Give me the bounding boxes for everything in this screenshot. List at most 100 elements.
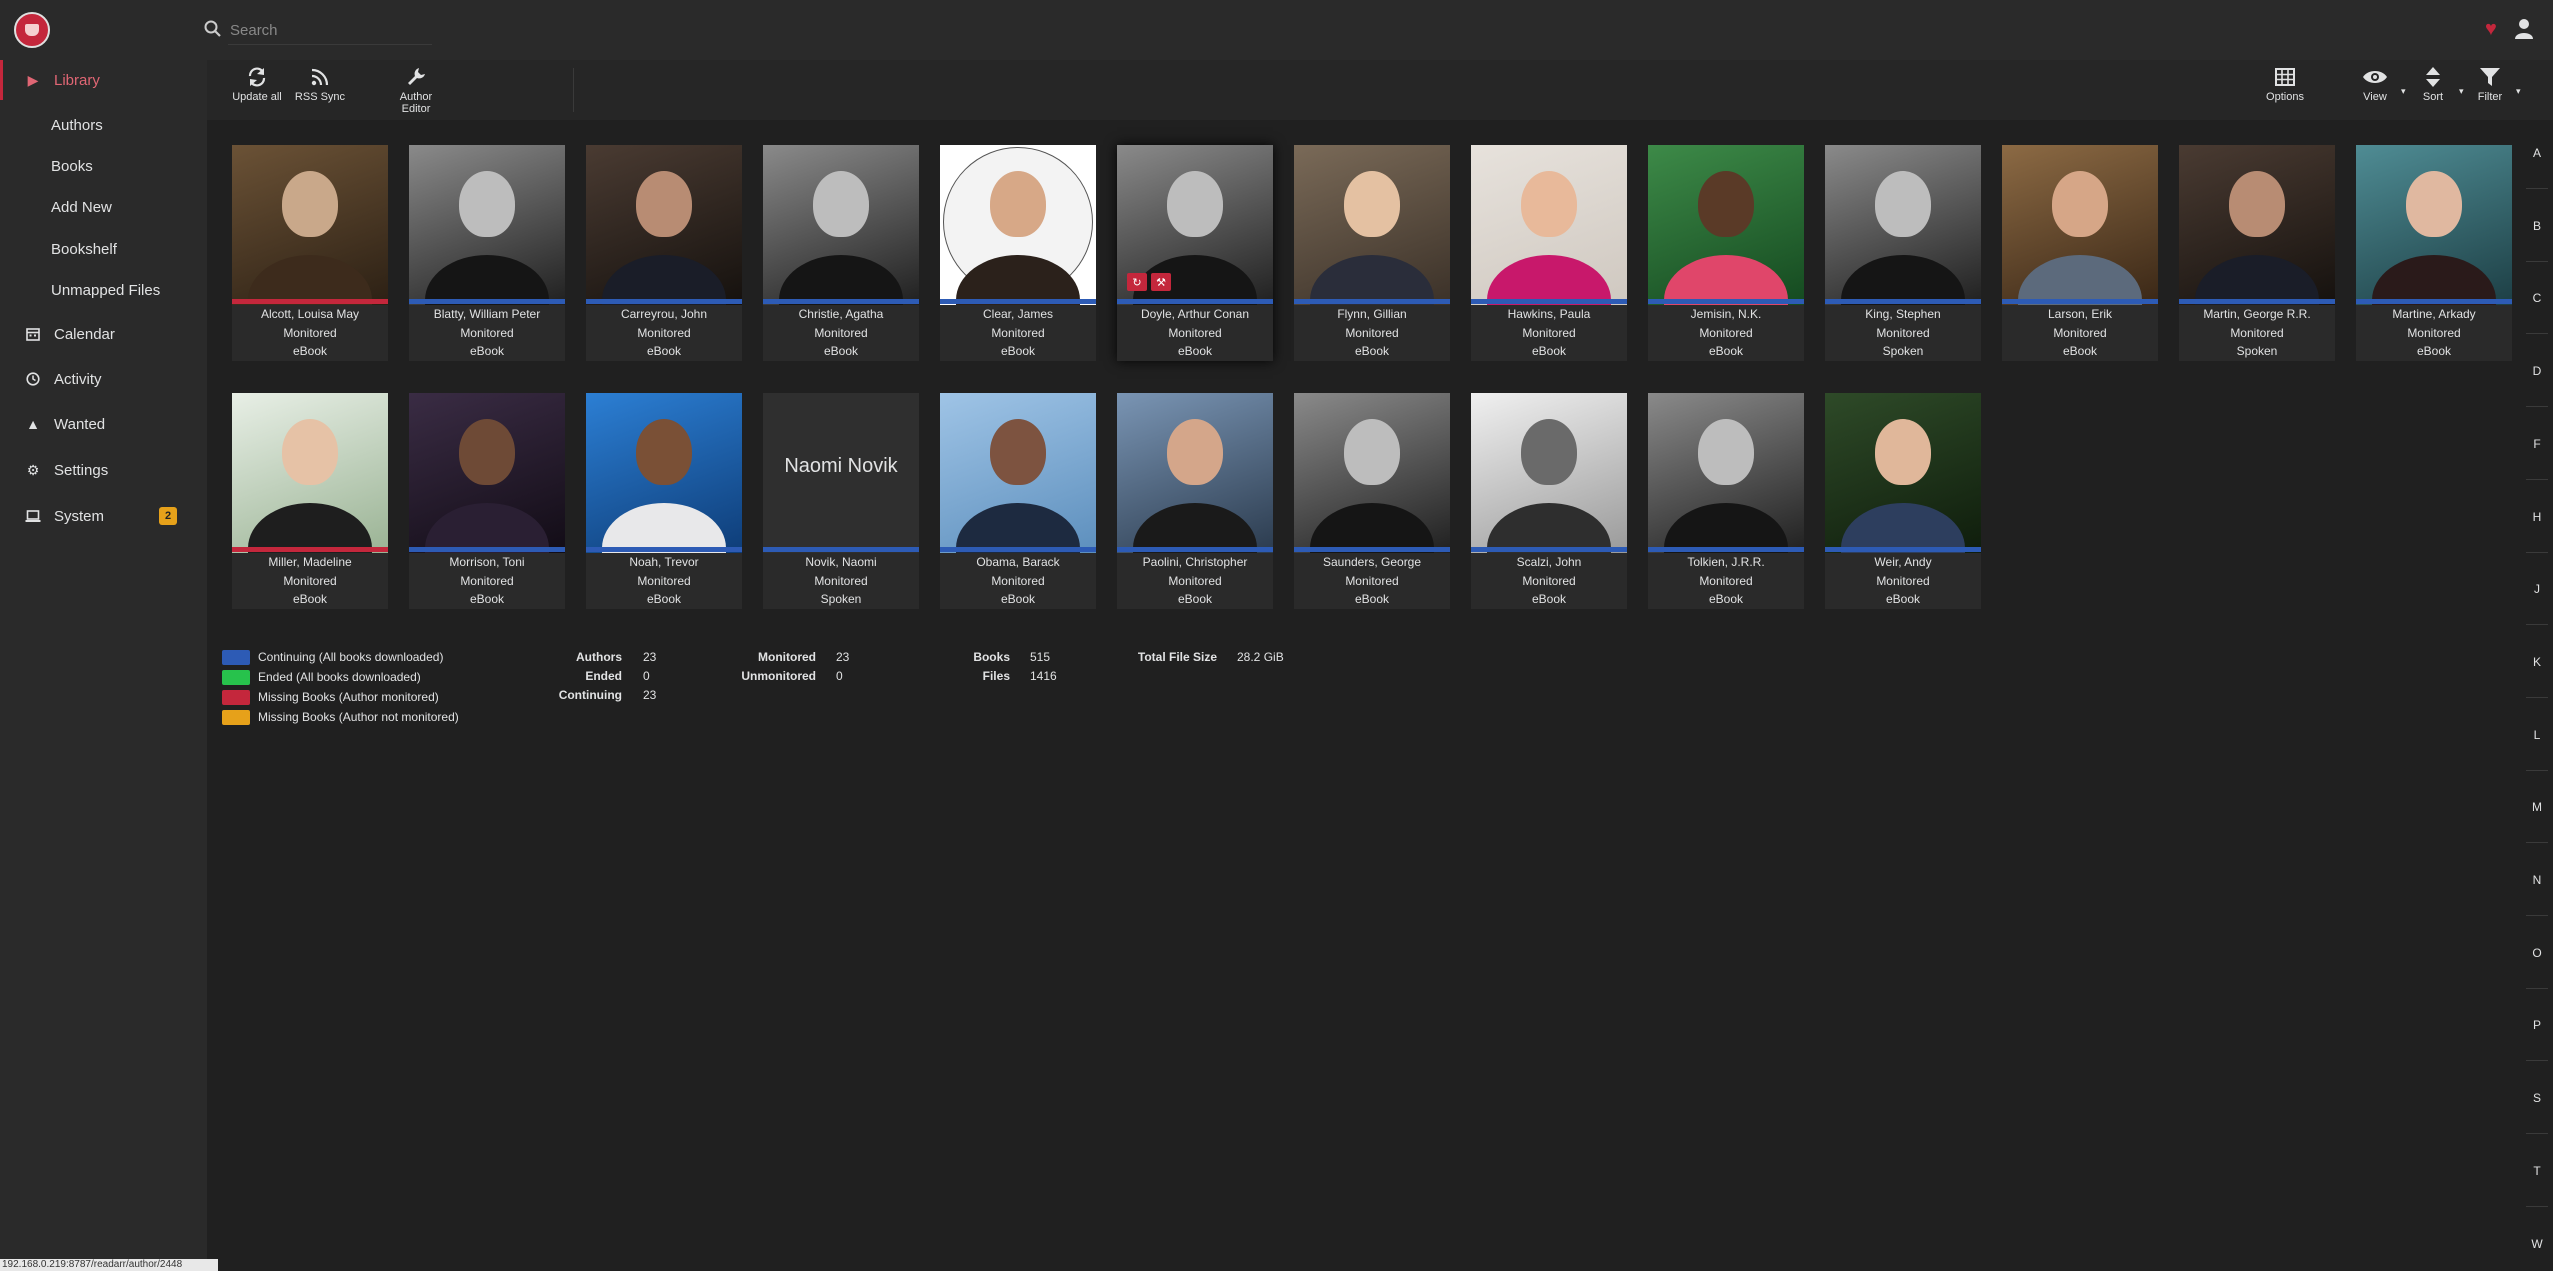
- author-card[interactable]: Larson, Erik Monitored eBook: [2002, 145, 2158, 361]
- sidebar-item-authors[interactable]: Authors: [0, 105, 207, 145]
- jump-letter[interactable]: A: [2522, 146, 2552, 160]
- author-name[interactable]: Saunders, George: [1294, 555, 1450, 569]
- author-name[interactable]: Clear, James: [940, 307, 1096, 321]
- author-poster[interactable]: [1648, 393, 1804, 553]
- author-card[interactable]: Miller, Madeline Monitored eBook: [232, 393, 388, 609]
- author-card[interactable]: Jemisin, N.K. Monitored eBook: [1648, 145, 1804, 361]
- sidebar-item-bookshelf[interactable]: Bookshelf: [0, 229, 207, 269]
- author-poster[interactable]: [409, 393, 565, 553]
- heart-icon[interactable]: ♥: [2485, 18, 2497, 41]
- author-name[interactable]: Scalzi, John: [1471, 555, 1627, 569]
- author-card[interactable]: ↻ ⚒ Doyle, Arthur Conan Monitored eBook: [1117, 145, 1273, 361]
- author-card[interactable]: Carreyrou, John Monitored eBook: [586, 145, 742, 361]
- author-poster[interactable]: [1825, 145, 1981, 305]
- author-poster[interactable]: [940, 145, 1096, 305]
- jump-letter[interactable]: P: [2522, 1018, 2552, 1032]
- sort-menu-button[interactable]: Sort: [2410, 66, 2456, 120]
- sidebar-item-add-new[interactable]: Add New: [0, 187, 207, 227]
- author-card[interactable]: Hawkins, Paula Monitored eBook: [1471, 145, 1627, 361]
- author-card[interactable]: Christie, Agatha Monitored eBook: [763, 145, 919, 361]
- jump-letter[interactable]: L: [2522, 728, 2552, 742]
- author-editor-button[interactable]: Author Editor: [393, 66, 439, 120]
- author-name[interactable]: Paolini, Christopher: [1117, 555, 1273, 569]
- author-card[interactable]: Paolini, Christopher Monitored eBook: [1117, 393, 1273, 609]
- author-poster[interactable]: [940, 393, 1096, 553]
- author-poster[interactable]: [763, 145, 919, 305]
- author-card[interactable]: Alcott, Louisa May Monitored eBook: [232, 145, 388, 361]
- sidebar-item-unmapped-files[interactable]: Unmapped Files: [0, 270, 207, 310]
- author-card[interactable]: Naomi Novik Novik, Naomi Monitored Spoken: [763, 393, 919, 609]
- author-card[interactable]: Martin, George R.R. Monitored Spoken: [2179, 145, 2335, 361]
- sidebar-item-system[interactable]: System 2: [0, 496, 207, 536]
- sidebar-item-calendar[interactable]: Calendar: [0, 314, 207, 354]
- author-card[interactable]: Tolkien, J.R.R. Monitored eBook: [1648, 393, 1804, 609]
- author-card[interactable]: Scalzi, John Monitored eBook: [1471, 393, 1627, 609]
- author-card[interactable]: Noah, Trevor Monitored eBook: [586, 393, 742, 609]
- sidebar-item-settings[interactable]: ⚙ Settings: [0, 450, 207, 490]
- author-card[interactable]: Weir, Andy Monitored eBook: [1825, 393, 1981, 609]
- author-name[interactable]: Tolkien, J.R.R.: [1648, 555, 1804, 569]
- author-name[interactable]: Jemisin, N.K.: [1648, 307, 1804, 321]
- author-name[interactable]: Morrison, Toni: [409, 555, 565, 569]
- author-card[interactable]: Martine, Arkady Monitored eBook: [2356, 145, 2512, 361]
- author-name[interactable]: Martin, George R.R.: [2179, 307, 2335, 321]
- rss-sync-button[interactable]: RSS Sync: [291, 66, 349, 120]
- author-name[interactable]: Hawkins, Paula: [1471, 307, 1627, 321]
- sidebar-item-books[interactable]: Books: [0, 146, 207, 186]
- sidebar-item-activity[interactable]: Activity: [0, 359, 207, 399]
- jump-letter[interactable]: J: [2522, 582, 2552, 596]
- sidebar-item-wanted[interactable]: ▲ Wanted: [0, 404, 207, 444]
- author-poster[interactable]: [232, 393, 388, 553]
- jump-letter[interactable]: M: [2522, 800, 2552, 814]
- author-poster[interactable]: [1825, 393, 1981, 553]
- author-poster[interactable]: ↻ ⚒: [1117, 145, 1273, 305]
- jump-letter[interactable]: F: [2522, 437, 2552, 451]
- jump-letter[interactable]: K: [2522, 655, 2552, 669]
- user-icon[interactable]: [2514, 18, 2534, 40]
- jump-letter[interactable]: D: [2522, 364, 2552, 378]
- author-poster[interactable]: [586, 393, 742, 553]
- author-name[interactable]: Alcott, Louisa May: [232, 307, 388, 321]
- author-name[interactable]: Obama, Barack: [940, 555, 1096, 569]
- search-input[interactable]: [228, 16, 432, 45]
- author-poster[interactable]: [2356, 145, 2512, 305]
- filter-menu-button[interactable]: Filter: [2467, 66, 2513, 120]
- author-card[interactable]: Flynn, Gillian Monitored eBook: [1294, 145, 1450, 361]
- author-name[interactable]: Larson, Erik: [2002, 307, 2158, 321]
- author-poster[interactable]: [1294, 145, 1450, 305]
- author-card[interactable]: King, Stephen Monitored Spoken: [1825, 145, 1981, 361]
- author-poster[interactable]: [1471, 393, 1627, 553]
- author-poster[interactable]: [586, 145, 742, 305]
- author-poster[interactable]: [2002, 145, 2158, 305]
- jump-letter[interactable]: B: [2522, 219, 2552, 233]
- author-card[interactable]: Obama, Barack Monitored eBook: [940, 393, 1096, 609]
- jump-letter[interactable]: C: [2522, 291, 2552, 305]
- author-poster[interactable]: [2179, 145, 2335, 305]
- jump-letter[interactable]: T: [2522, 1164, 2552, 1178]
- author-poster[interactable]: [1117, 393, 1273, 553]
- author-name[interactable]: Miller, Madeline: [232, 555, 388, 569]
- app-logo[interactable]: [14, 12, 50, 48]
- author-name[interactable]: Doyle, Arthur Conan: [1117, 307, 1273, 321]
- author-name[interactable]: Flynn, Gillian: [1294, 307, 1450, 321]
- sidebar-item-library[interactable]: ▶ Library: [0, 60, 210, 100]
- author-poster[interactable]: [1648, 145, 1804, 305]
- author-name[interactable]: Blatty, William Peter: [409, 307, 565, 321]
- author-poster[interactable]: [409, 145, 565, 305]
- author-name[interactable]: Novik, Naomi: [763, 555, 919, 569]
- author-poster[interactable]: Naomi Novik: [763, 393, 919, 553]
- jump-letter[interactable]: H: [2522, 510, 2552, 524]
- author-poster[interactable]: [1471, 145, 1627, 305]
- update-all-button[interactable]: Update all: [230, 66, 284, 120]
- author-name[interactable]: Christie, Agatha: [763, 307, 919, 321]
- author-card[interactable]: Saunders, George Monitored eBook: [1294, 393, 1450, 609]
- author-card[interactable]: Blatty, William Peter Monitored eBook: [409, 145, 565, 361]
- author-name[interactable]: Carreyrou, John: [586, 307, 742, 321]
- refresh-author-icon[interactable]: ↻: [1127, 273, 1147, 291]
- view-menu-button[interactable]: View: [2352, 66, 2398, 120]
- author-poster[interactable]: [232, 145, 388, 305]
- author-card[interactable]: Clear, James Monitored eBook: [940, 145, 1096, 361]
- author-poster[interactable]: [1294, 393, 1450, 553]
- edit-author-icon[interactable]: ⚒: [1151, 273, 1171, 291]
- options-button[interactable]: Options: [2259, 66, 2311, 120]
